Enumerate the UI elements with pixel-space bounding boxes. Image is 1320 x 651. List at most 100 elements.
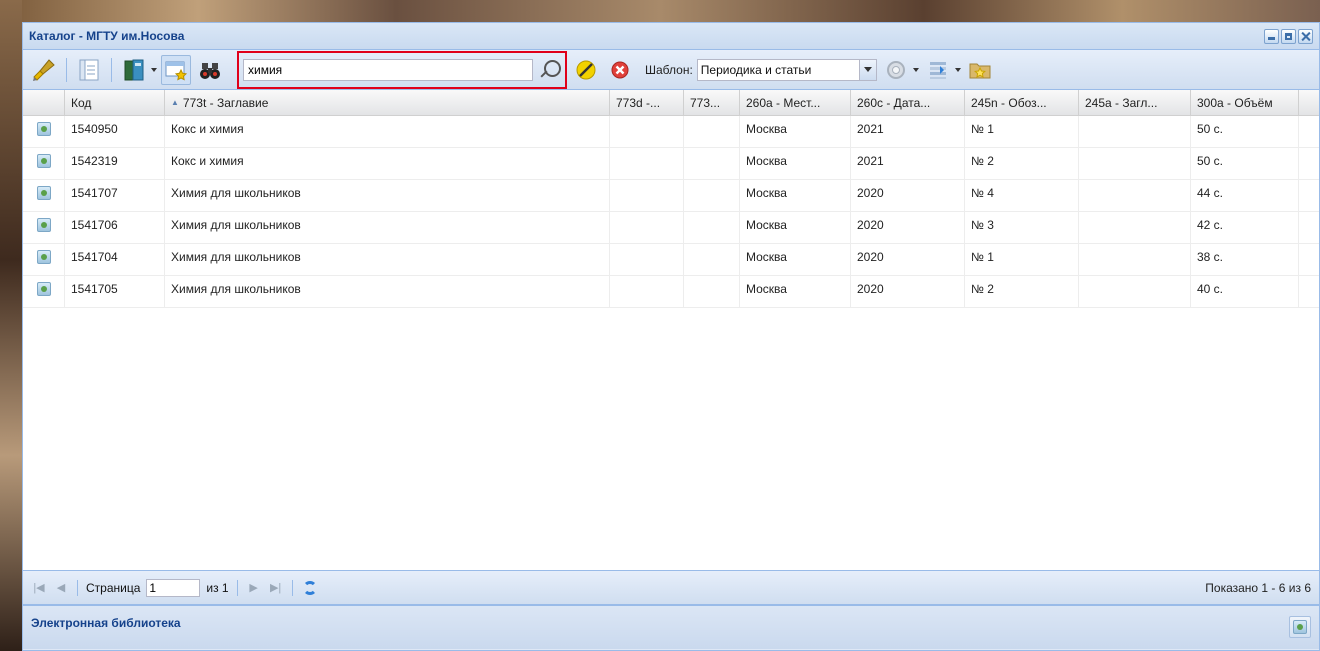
favorites-icon[interactable] (161, 54, 191, 85)
column-header-number[interactable]: 245n - Обоз... (965, 90, 1079, 115)
list-dropdown-arrow[interactable] (954, 67, 961, 72)
cell-number: № 1 (965, 116, 1079, 147)
cell-245a (1079, 148, 1191, 179)
record-icon[interactable] (36, 122, 51, 136)
cancel-icon[interactable] (605, 55, 635, 85)
cell-place: Москва (740, 148, 851, 179)
cell-245a (1079, 180, 1191, 211)
cell-code: 1541706 (65, 212, 165, 243)
column-header-title-label: 773t - Заглавие (182, 95, 269, 110)
column-header-date[interactable]: 260c - Дата... (851, 90, 965, 115)
book-dropdown-arrow[interactable] (151, 67, 157, 72)
sort-ascending-icon: ▲ (171, 98, 179, 107)
search-input[interactable] (243, 58, 533, 81)
cell-code: 1542319 (65, 148, 165, 179)
table-row[interactable]: 1541706 Химия для школьников Москва 2020… (23, 212, 1319, 244)
page-count-label: из 1 (206, 580, 229, 595)
cell-773 (684, 180, 740, 211)
column-header-code[interactable]: Код (65, 90, 165, 115)
cell-773 (684, 148, 740, 179)
table-row[interactable]: 1542319 Кокс и химия Москва 2021 № 2 50 … (23, 148, 1319, 180)
record-icon[interactable] (36, 154, 51, 168)
paging-separator (236, 579, 238, 596)
cell-773d (610, 212, 684, 243)
column-header-773[interactable]: 773... (684, 90, 740, 115)
cell-code: 1541704 (65, 244, 165, 275)
close-button[interactable] (1298, 28, 1313, 44)
record-icon[interactable] (36, 186, 51, 200)
cell-title: Химия для школьников (165, 212, 610, 243)
cell-date: 2021 (851, 148, 965, 179)
cell-title: Кокс и химия (165, 116, 610, 147)
table-row[interactable]: 1541705 Химия для школьников Москва 2020… (23, 276, 1319, 308)
record-icon-cell (23, 148, 65, 179)
refresh-icon[interactable] (301, 579, 319, 597)
cell-volume: 40 с. (1191, 276, 1299, 307)
desktop-background-top (0, 0, 1320, 22)
cell-245a (1079, 244, 1191, 275)
folder-star-icon[interactable] (965, 55, 995, 85)
cell-code: 1540950 (65, 116, 165, 147)
column-header-245a[interactable]: 245a - Загл... (1079, 90, 1191, 115)
search-icon[interactable] (537, 58, 561, 82)
record-icon[interactable] (36, 250, 51, 264)
record-icon-cell (23, 212, 65, 243)
chevron-down-icon[interactable] (858, 59, 876, 80)
cell-number: № 1 (965, 244, 1079, 275)
cell-code: 1541707 (65, 180, 165, 211)
cell-245a (1079, 212, 1191, 243)
record-icon[interactable] (36, 282, 51, 296)
desktop-background-left (0, 0, 22, 651)
table-row[interactable]: 1540950 Кокс и химия Москва 2021 № 1 50 … (23, 116, 1319, 148)
clear-filter-icon[interactable] (571, 55, 601, 85)
table-row[interactable]: 1541704 Химия для школьников Москва 2020… (23, 244, 1319, 276)
toolbar-separator (66, 57, 67, 82)
cell-volume: 38 с. (1191, 244, 1299, 275)
page-label: Страница (86, 580, 141, 595)
column-header-title[interactable]: ▲ 773t - Заглавие (165, 90, 610, 115)
minimize-button[interactable] (1264, 28, 1279, 44)
page-number-input[interactable] (146, 578, 201, 597)
first-page-icon[interactable]: |◀ (31, 580, 47, 596)
cell-773d (610, 116, 684, 147)
last-page-icon[interactable]: ▶| (268, 580, 284, 596)
settings-icon[interactable] (881, 55, 911, 85)
cell-place: Москва (740, 116, 851, 147)
maximize-button[interactable] (1281, 28, 1296, 44)
cell-volume: 50 с. (1191, 148, 1299, 179)
column-header-773d[interactable]: 773d -... (610, 90, 684, 115)
cell-title: Кокс и химия (165, 148, 610, 179)
list-icon[interactable] (923, 55, 953, 85)
cell-volume: 44 с. (1191, 180, 1299, 211)
book-icon[interactable] (119, 55, 149, 85)
binoculars-icon[interactable] (195, 55, 225, 85)
record-icon[interactable] (36, 218, 51, 232)
next-page-icon[interactable]: ▶ (246, 580, 262, 596)
window-titlebar[interactable]: Каталог - МГТУ им.Носова (23, 23, 1319, 50)
settings-dropdown-arrow[interactable] (912, 67, 919, 72)
cell-date: 2020 (851, 212, 965, 243)
cell-title: Химия для школьников (165, 276, 610, 307)
brush-icon[interactable] (29, 55, 59, 85)
column-header-place[interactable]: 260a - Мест... (740, 90, 851, 115)
template-select[interactable]: Периодика и статьи (696, 58, 877, 81)
main-toolbar: Шаблон: Периодика и статьи (23, 50, 1319, 90)
electronic-library-title: Электронная библиотека (31, 616, 181, 630)
prev-page-icon[interactable]: ◀ (53, 580, 69, 596)
form-view-icon[interactable] (74, 55, 104, 85)
column-header-volume[interactable]: 300a - Объём (1191, 90, 1299, 115)
cell-date: 2020 (851, 244, 965, 275)
cell-773 (684, 244, 740, 275)
cell-volume: 50 с. (1191, 116, 1299, 147)
cell-place: Москва (740, 212, 851, 243)
table-row[interactable]: 1541707 Химия для школьников Москва 2020… (23, 180, 1319, 212)
cell-773d (610, 148, 684, 179)
paging-info: Показано 1 - 6 из 6 (1205, 580, 1311, 595)
cell-title: Химия для школьников (165, 180, 610, 211)
cell-number: № 2 (965, 276, 1079, 307)
cell-place: Москва (740, 244, 851, 275)
panel-tool-button[interactable] (1289, 616, 1311, 638)
cell-773d (610, 180, 684, 211)
template-label: Шаблон: (645, 62, 693, 77)
column-header-icon (23, 90, 65, 115)
